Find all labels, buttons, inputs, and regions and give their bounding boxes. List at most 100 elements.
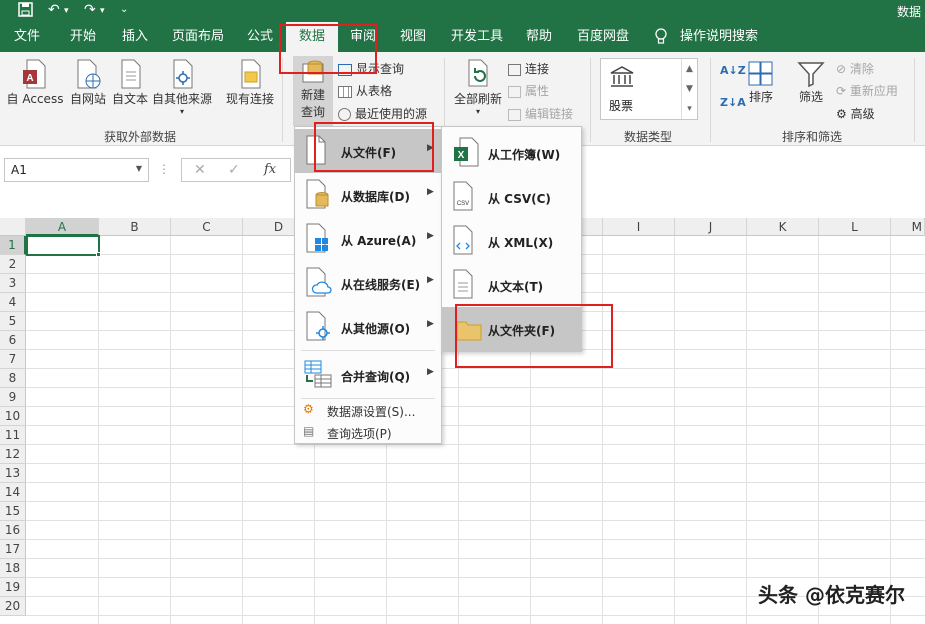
recent-sources-label: 最近使用的源 <box>355 107 428 121</box>
recent-sources-button[interactable]: 最近使用的源 <box>338 105 427 122</box>
menu-item-from-other-sources[interactable]: 从其他源(O) ▶ <box>295 305 441 349</box>
sort-za-icon[interactable]: Z↓A <box>720 96 746 109</box>
fill-handle[interactable] <box>96 252 101 257</box>
active-cell-a1[interactable] <box>26 235 100 256</box>
gridline <box>26 406 925 407</box>
row-header[interactable]: 13 <box>0 464 26 483</box>
gallery-more-icon[interactable]: ▾ <box>682 99 697 119</box>
new-query-icon <box>302 60 324 83</box>
column-header[interactable]: B <box>99 218 171 236</box>
from-other-sources-button[interactable]: 自其他来源 ▾ <box>150 58 214 116</box>
tab-formulas[interactable]: 公式 <box>247 22 273 52</box>
redo-icon[interactable]: ↷ <box>84 2 96 18</box>
submenu-item-from-csv[interactable]: CSV 从 CSV(C) <box>442 175 581 219</box>
menu-item-label: 从其他源(O) <box>341 322 411 336</box>
gridline <box>26 444 925 445</box>
save-icon[interactable] <box>18 2 33 21</box>
tab-review[interactable]: 审阅 <box>350 22 376 52</box>
row-header[interactable]: 16 <box>0 521 26 540</box>
existing-connections-button[interactable]: 现有连接 <box>222 58 278 107</box>
tab-help[interactable]: 帮助 <box>526 22 552 52</box>
filter-button[interactable]: 筛选 <box>794 60 828 105</box>
clear-filter-button[interactable]: ⊘ 清除 <box>836 60 874 77</box>
row-header[interactable]: 10 <box>0 407 26 426</box>
row-header[interactable]: 12 <box>0 445 26 464</box>
insert-function-icon[interactable]: fx <box>264 162 276 177</box>
column-header[interactable]: I <box>603 218 675 236</box>
tab-home[interactable]: 开始 <box>70 22 96 52</box>
menu-item-from-azure[interactable]: 从 Azure(A) ▶ <box>295 217 441 261</box>
row-header[interactable]: 18 <box>0 559 26 578</box>
tab-insert[interactable]: 插入 <box>122 22 148 52</box>
gallery-scroll-down-icon[interactable]: ▼ <box>682 79 697 99</box>
menu-item-combine-queries[interactable]: 合并查询(Q) ▶ <box>295 353 441 397</box>
from-table-button[interactable]: 从表格 <box>338 82 392 99</box>
stocks-data-type[interactable]: 股票 <box>609 97 633 114</box>
from-text-button[interactable]: 自文本 <box>110 58 150 107</box>
select-all-corner[interactable] <box>0 218 26 236</box>
row-header[interactable]: 4 <box>0 293 26 312</box>
row-header[interactable]: 15 <box>0 502 26 521</box>
row-header[interactable]: 11 <box>0 426 26 445</box>
submenu-item-from-folder[interactable]: 从文件夹(F) <box>442 307 581 351</box>
row-header[interactable]: 6 <box>0 331 26 350</box>
column-header[interactable]: L <box>819 218 891 236</box>
menu-item-query-options[interactable]: ▤ 查询选项(P) <box>295 421 441 443</box>
submenu-item-from-text[interactable]: 从文本(T) <box>442 263 581 307</box>
row-header[interactable]: 17 <box>0 540 26 559</box>
undo-icon[interactable]: ↶ <box>48 2 60 18</box>
tab-page-layout[interactable]: 页面布局 <box>172 22 224 52</box>
column-header[interactable]: C <box>171 218 243 236</box>
from-web-button[interactable]: 自网站 <box>68 58 108 107</box>
menu-item-from-database[interactable]: 从数据库(D) ▶ <box>295 173 441 217</box>
row-header[interactable]: 9 <box>0 388 26 407</box>
connections-button[interactable]: 连接 <box>508 60 549 77</box>
enter-check-icon[interactable]: ✓ <box>228 162 240 178</box>
sort-button[interactable]: 排序 <box>744 60 778 105</box>
name-box[interactable]: A1 ▼ <box>4 158 149 182</box>
tab-developer[interactable]: 开发工具 <box>451 22 503 52</box>
undo-dropdown-icon[interactable]: ▾ <box>64 6 69 16</box>
from-web-label: 自网站 <box>69 92 106 106</box>
redo-dropdown-icon[interactable]: ▾ <box>100 6 105 16</box>
show-queries-button[interactable]: 显示查询 <box>338 60 404 77</box>
submenu-item-from-xml[interactable]: 从 XML(X) <box>442 219 581 263</box>
sort-az-icon[interactable]: A↓Z <box>720 64 746 77</box>
reapply-button[interactable]: ⟳ 重新应用 <box>836 82 898 99</box>
row-header[interactable]: 5 <box>0 312 26 331</box>
row-header[interactable]: 2 <box>0 255 26 274</box>
properties-button[interactable]: 属性 <box>508 82 549 99</box>
edit-links-button[interactable]: 编辑链接 <box>508 105 573 122</box>
refresh-all-button[interactable]: 全部刷新 ▾ <box>453 58 503 116</box>
menu-item-from-online-services[interactable]: 从在线服务(E) ▶ <box>295 261 441 305</box>
tell-me-search[interactable]: 操作说明搜索 <box>680 22 758 52</box>
column-header[interactable]: A <box>26 218 99 236</box>
gallery-scroll-up-icon[interactable]: ▲ <box>682 59 697 79</box>
row-header[interactable]: 20 <box>0 597 26 616</box>
row-header[interactable]: 1 <box>0 236 26 255</box>
submenu-item-from-workbook[interactable]: X 从工作簿(W) <box>442 131 581 175</box>
row-header[interactable]: 19 <box>0 578 26 597</box>
gridline <box>26 501 925 502</box>
menu-item-from-file[interactable]: 从文件(F) ▶ <box>295 129 441 173</box>
data-types-gallery[interactable]: 股票 ▲ ▼ ▾ <box>600 58 698 120</box>
tab-file[interactable]: 文件 <box>14 22 40 52</box>
advanced-filter-button[interactable]: ⚙ 高级 <box>836 105 875 122</box>
menu-item-data-source-settings[interactable]: ⚙ 数据源设置(S)... <box>295 399 441 421</box>
customize-qat-icon[interactable]: ⌄ <box>120 4 128 15</box>
row-header[interactable]: 3 <box>0 274 26 293</box>
column-header[interactable]: J <box>675 218 747 236</box>
tab-data[interactable]: 数据 <box>286 22 338 52</box>
from-access-button[interactable]: A 自 Access <box>6 58 64 107</box>
cancel-icon[interactable]: ✕ <box>194 162 206 178</box>
column-header[interactable]: K <box>747 218 819 236</box>
new-query-button[interactable]: 新建 查询 <box>293 56 333 126</box>
menu-item-label: 从文本(T) <box>488 280 544 294</box>
row-header[interactable]: 7 <box>0 350 26 369</box>
row-header[interactable]: 8 <box>0 369 26 388</box>
tab-baidu-netdisk[interactable]: 百度网盘 <box>577 22 629 52</box>
chevron-down-icon[interactable]: ▼ <box>136 164 142 173</box>
row-header[interactable]: 14 <box>0 483 26 502</box>
column-header[interactable]: M <box>891 218 925 236</box>
tab-view[interactable]: 视图 <box>400 22 426 52</box>
